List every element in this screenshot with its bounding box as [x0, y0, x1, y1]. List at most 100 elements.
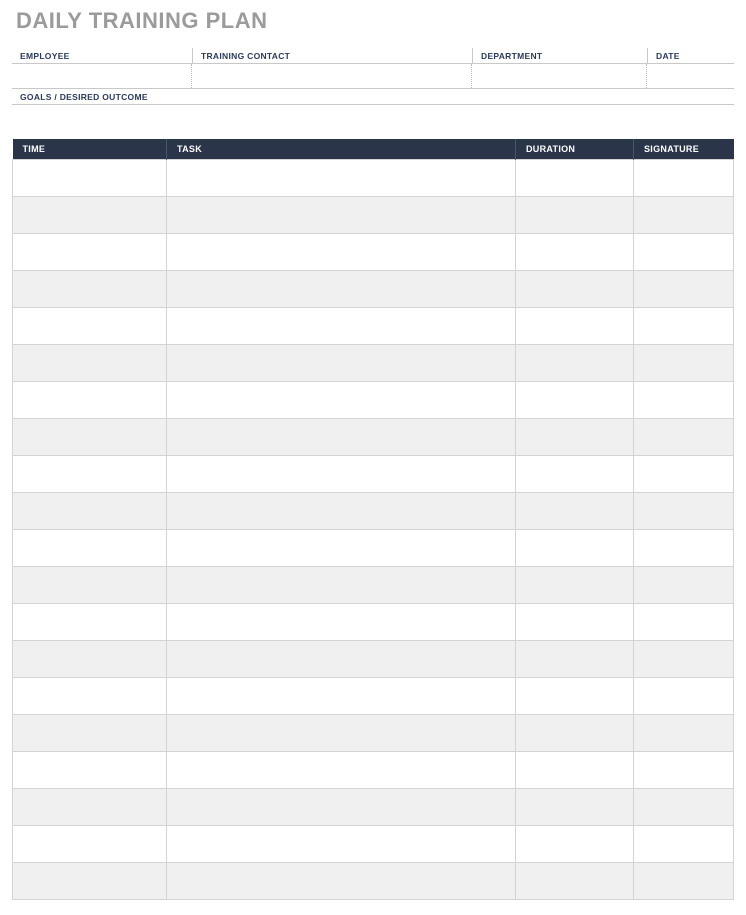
signature-cell[interactable]	[634, 863, 734, 900]
time-cell[interactable]	[13, 641, 167, 678]
time-cell[interactable]	[13, 345, 167, 382]
time-cell[interactable]	[13, 419, 167, 456]
signature-cell[interactable]	[634, 752, 734, 789]
task-cell[interactable]	[167, 271, 516, 308]
duration-cell[interactable]	[516, 789, 634, 826]
duration-cell[interactable]	[516, 234, 634, 271]
duration-column-header: DURATION	[516, 139, 634, 160]
table-row	[13, 419, 734, 456]
signature-cell[interactable]	[634, 715, 734, 752]
time-column-header: TIME	[13, 139, 167, 160]
table-row	[13, 678, 734, 715]
signature-cell[interactable]	[634, 345, 734, 382]
department-value[interactable]	[472, 64, 647, 88]
task-cell[interactable]	[167, 567, 516, 604]
duration-cell[interactable]	[516, 271, 634, 308]
time-cell[interactable]	[13, 493, 167, 530]
duration-cell[interactable]	[516, 826, 634, 863]
time-cell[interactable]	[13, 271, 167, 308]
task-cell[interactable]	[167, 641, 516, 678]
time-cell[interactable]	[13, 789, 167, 826]
signature-cell[interactable]	[634, 419, 734, 456]
duration-cell[interactable]	[516, 678, 634, 715]
duration-cell[interactable]	[516, 345, 634, 382]
signature-cell[interactable]	[634, 160, 734, 197]
task-column-header: TASK	[167, 139, 516, 160]
date-value[interactable]	[647, 64, 734, 88]
employee-value[interactable]	[12, 64, 192, 88]
table-row	[13, 308, 734, 345]
time-cell[interactable]	[13, 863, 167, 900]
duration-cell[interactable]	[516, 456, 634, 493]
time-cell[interactable]	[13, 826, 167, 863]
duration-cell[interactable]	[516, 752, 634, 789]
signature-cell[interactable]	[634, 826, 734, 863]
signature-cell[interactable]	[634, 789, 734, 826]
time-cell[interactable]	[13, 382, 167, 419]
task-cell[interactable]	[167, 826, 516, 863]
task-cell[interactable]	[167, 456, 516, 493]
task-cell[interactable]	[167, 752, 516, 789]
task-cell[interactable]	[167, 715, 516, 752]
signature-cell[interactable]	[634, 641, 734, 678]
table-row	[13, 345, 734, 382]
duration-cell[interactable]	[516, 197, 634, 234]
signature-cell[interactable]	[634, 271, 734, 308]
time-cell[interactable]	[13, 678, 167, 715]
duration-cell[interactable]	[516, 308, 634, 345]
duration-cell[interactable]	[516, 530, 634, 567]
duration-cell[interactable]	[516, 382, 634, 419]
duration-cell[interactable]	[516, 567, 634, 604]
signature-cell[interactable]	[634, 308, 734, 345]
duration-cell[interactable]	[516, 641, 634, 678]
time-cell[interactable]	[13, 567, 167, 604]
signature-cell[interactable]	[634, 604, 734, 641]
time-cell[interactable]	[13, 715, 167, 752]
time-cell[interactable]	[13, 456, 167, 493]
department-header: DEPARTMENT	[472, 48, 647, 63]
task-cell[interactable]	[167, 234, 516, 271]
task-cell[interactable]	[167, 493, 516, 530]
time-cell[interactable]	[13, 308, 167, 345]
signature-cell[interactable]	[634, 678, 734, 715]
task-cell[interactable]	[167, 197, 516, 234]
task-cell[interactable]	[167, 419, 516, 456]
duration-cell[interactable]	[516, 715, 634, 752]
task-cell[interactable]	[167, 604, 516, 641]
signature-cell[interactable]	[634, 382, 734, 419]
task-cell[interactable]	[167, 345, 516, 382]
duration-cell[interactable]	[516, 863, 634, 900]
time-cell[interactable]	[13, 530, 167, 567]
contact-value[interactable]	[192, 64, 472, 88]
time-cell[interactable]	[13, 197, 167, 234]
task-cell[interactable]	[167, 789, 516, 826]
duration-cell[interactable]	[516, 493, 634, 530]
task-cell[interactable]	[167, 678, 516, 715]
signature-cell[interactable]	[634, 530, 734, 567]
time-cell[interactable]	[13, 160, 167, 197]
signature-cell[interactable]	[634, 493, 734, 530]
task-cell[interactable]	[167, 863, 516, 900]
time-cell[interactable]	[13, 604, 167, 641]
time-cell[interactable]	[13, 234, 167, 271]
task-cell[interactable]	[167, 308, 516, 345]
table-row	[13, 530, 734, 567]
signature-cell[interactable]	[634, 197, 734, 234]
duration-cell[interactable]	[516, 419, 634, 456]
contact-header: TRAINING CONTACT	[192, 48, 472, 63]
task-cell[interactable]	[167, 530, 516, 567]
task-cell[interactable]	[167, 160, 516, 197]
signature-cell[interactable]	[634, 234, 734, 271]
duration-cell[interactable]	[516, 604, 634, 641]
signature-cell[interactable]	[634, 456, 734, 493]
table-row	[13, 789, 734, 826]
table-row	[13, 715, 734, 752]
table-row	[13, 863, 734, 900]
table-row	[13, 493, 734, 530]
time-cell[interactable]	[13, 752, 167, 789]
signature-cell[interactable]	[634, 567, 734, 604]
table-row	[13, 382, 734, 419]
duration-cell[interactable]	[516, 160, 634, 197]
task-cell[interactable]	[167, 382, 516, 419]
signature-column-header: SIGNATURE	[634, 139, 734, 160]
